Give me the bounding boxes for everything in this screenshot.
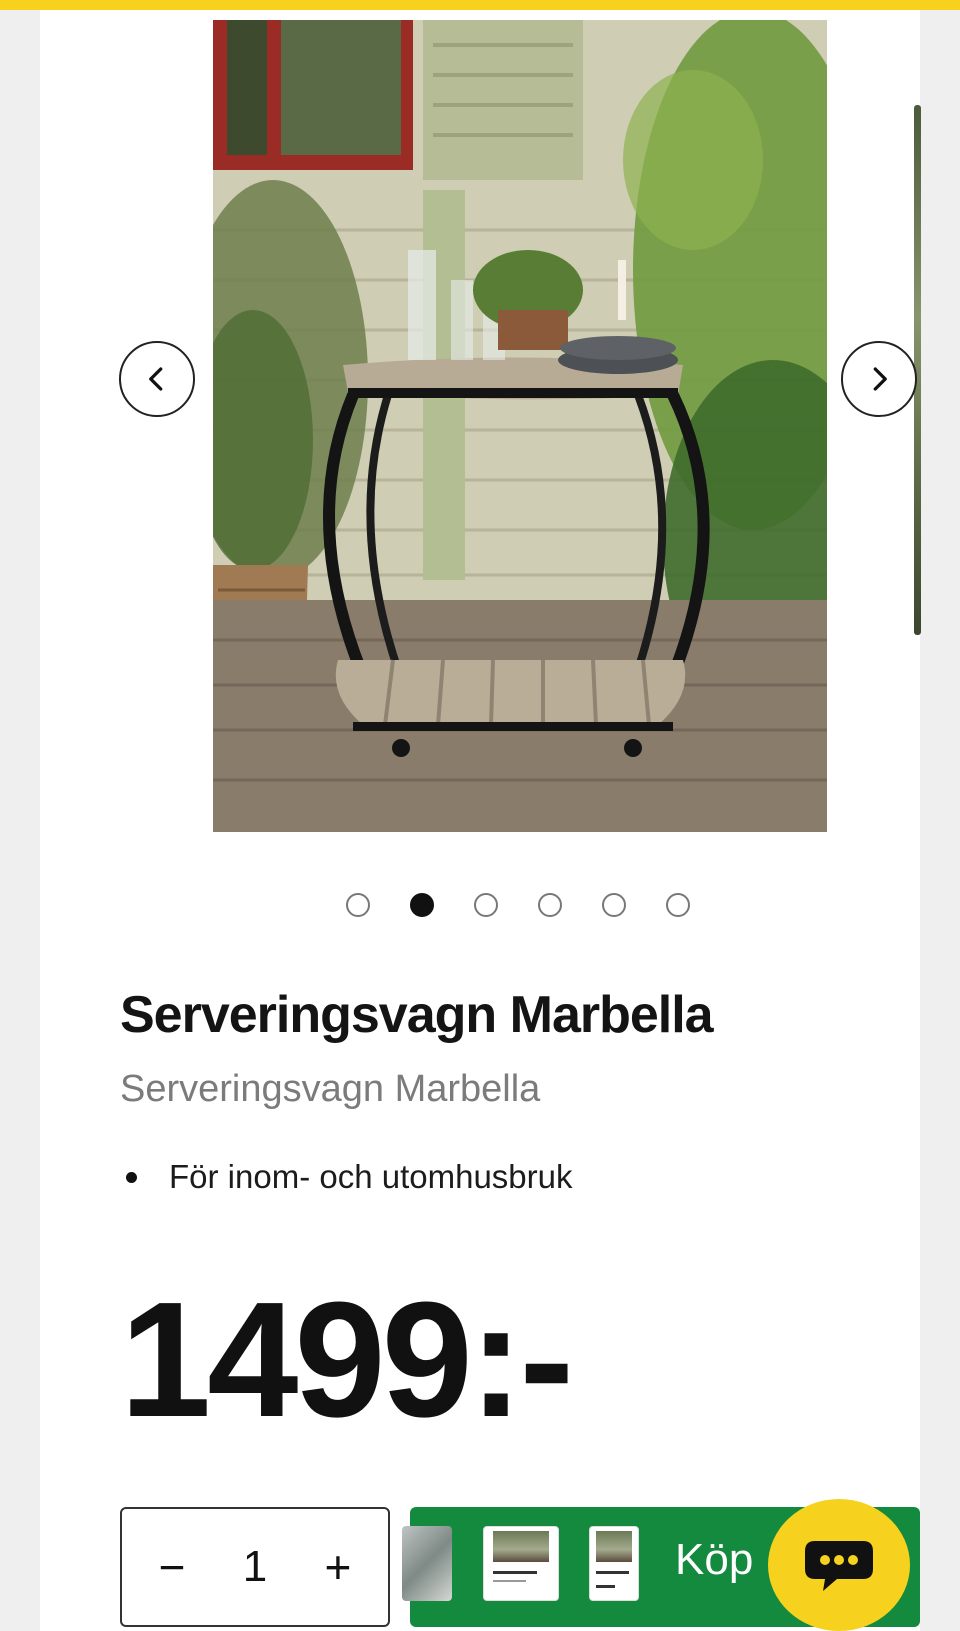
feature-item: För inom- och utomhusbruk — [126, 1158, 573, 1196]
chat-bubble-icon — [805, 1541, 873, 1591]
quantity-value[interactable]: 1 — [243, 1542, 267, 1592]
quantity-stepper: − 1 + — [120, 1507, 390, 1627]
carousel-pagination — [346, 893, 690, 917]
product-image[interactable] — [213, 20, 827, 832]
product-subtitle: Serveringsvagn Marbella — [120, 1068, 541, 1110]
thumbnail-preview — [483, 1526, 559, 1601]
feature-list: För inom- och utomhusbruk — [126, 1158, 573, 1196]
bullet-icon — [126, 1171, 137, 1183]
product-card: Serveringsvagn Marbella Serveringsvagn M… — [40, 10, 921, 1631]
carousel-dot[interactable] — [602, 893, 626, 917]
feature-text: För inom- och utomhusbruk — [169, 1158, 573, 1195]
carousel-dot-active[interactable] — [410, 893, 434, 917]
carousel-dot[interactable] — [474, 893, 498, 917]
chevron-right-icon — [873, 367, 887, 391]
chat-button[interactable] — [768, 1499, 910, 1631]
buy-button-label: Köp — [675, 1535, 754, 1584]
product-price: 1499:- — [120, 1268, 574, 1451]
next-image-button[interactable] — [841, 341, 917, 417]
carousel-dot[interactable] — [666, 893, 690, 917]
thumbnail-preview — [589, 1526, 639, 1601]
carousel-dot[interactable] — [346, 893, 370, 917]
top-accent-bar — [0, 0, 960, 10]
product-photo — [213, 20, 827, 832]
chevron-left-icon — [149, 367, 163, 391]
previous-image-button[interactable] — [119, 341, 195, 417]
product-title: Serveringsvagn Marbella — [120, 986, 714, 1044]
decrement-button[interactable]: − — [152, 1540, 192, 1594]
increment-button[interactable]: + — [318, 1540, 358, 1594]
carousel-dot[interactable] — [538, 893, 562, 917]
thumbnail-preview — [402, 1526, 452, 1601]
